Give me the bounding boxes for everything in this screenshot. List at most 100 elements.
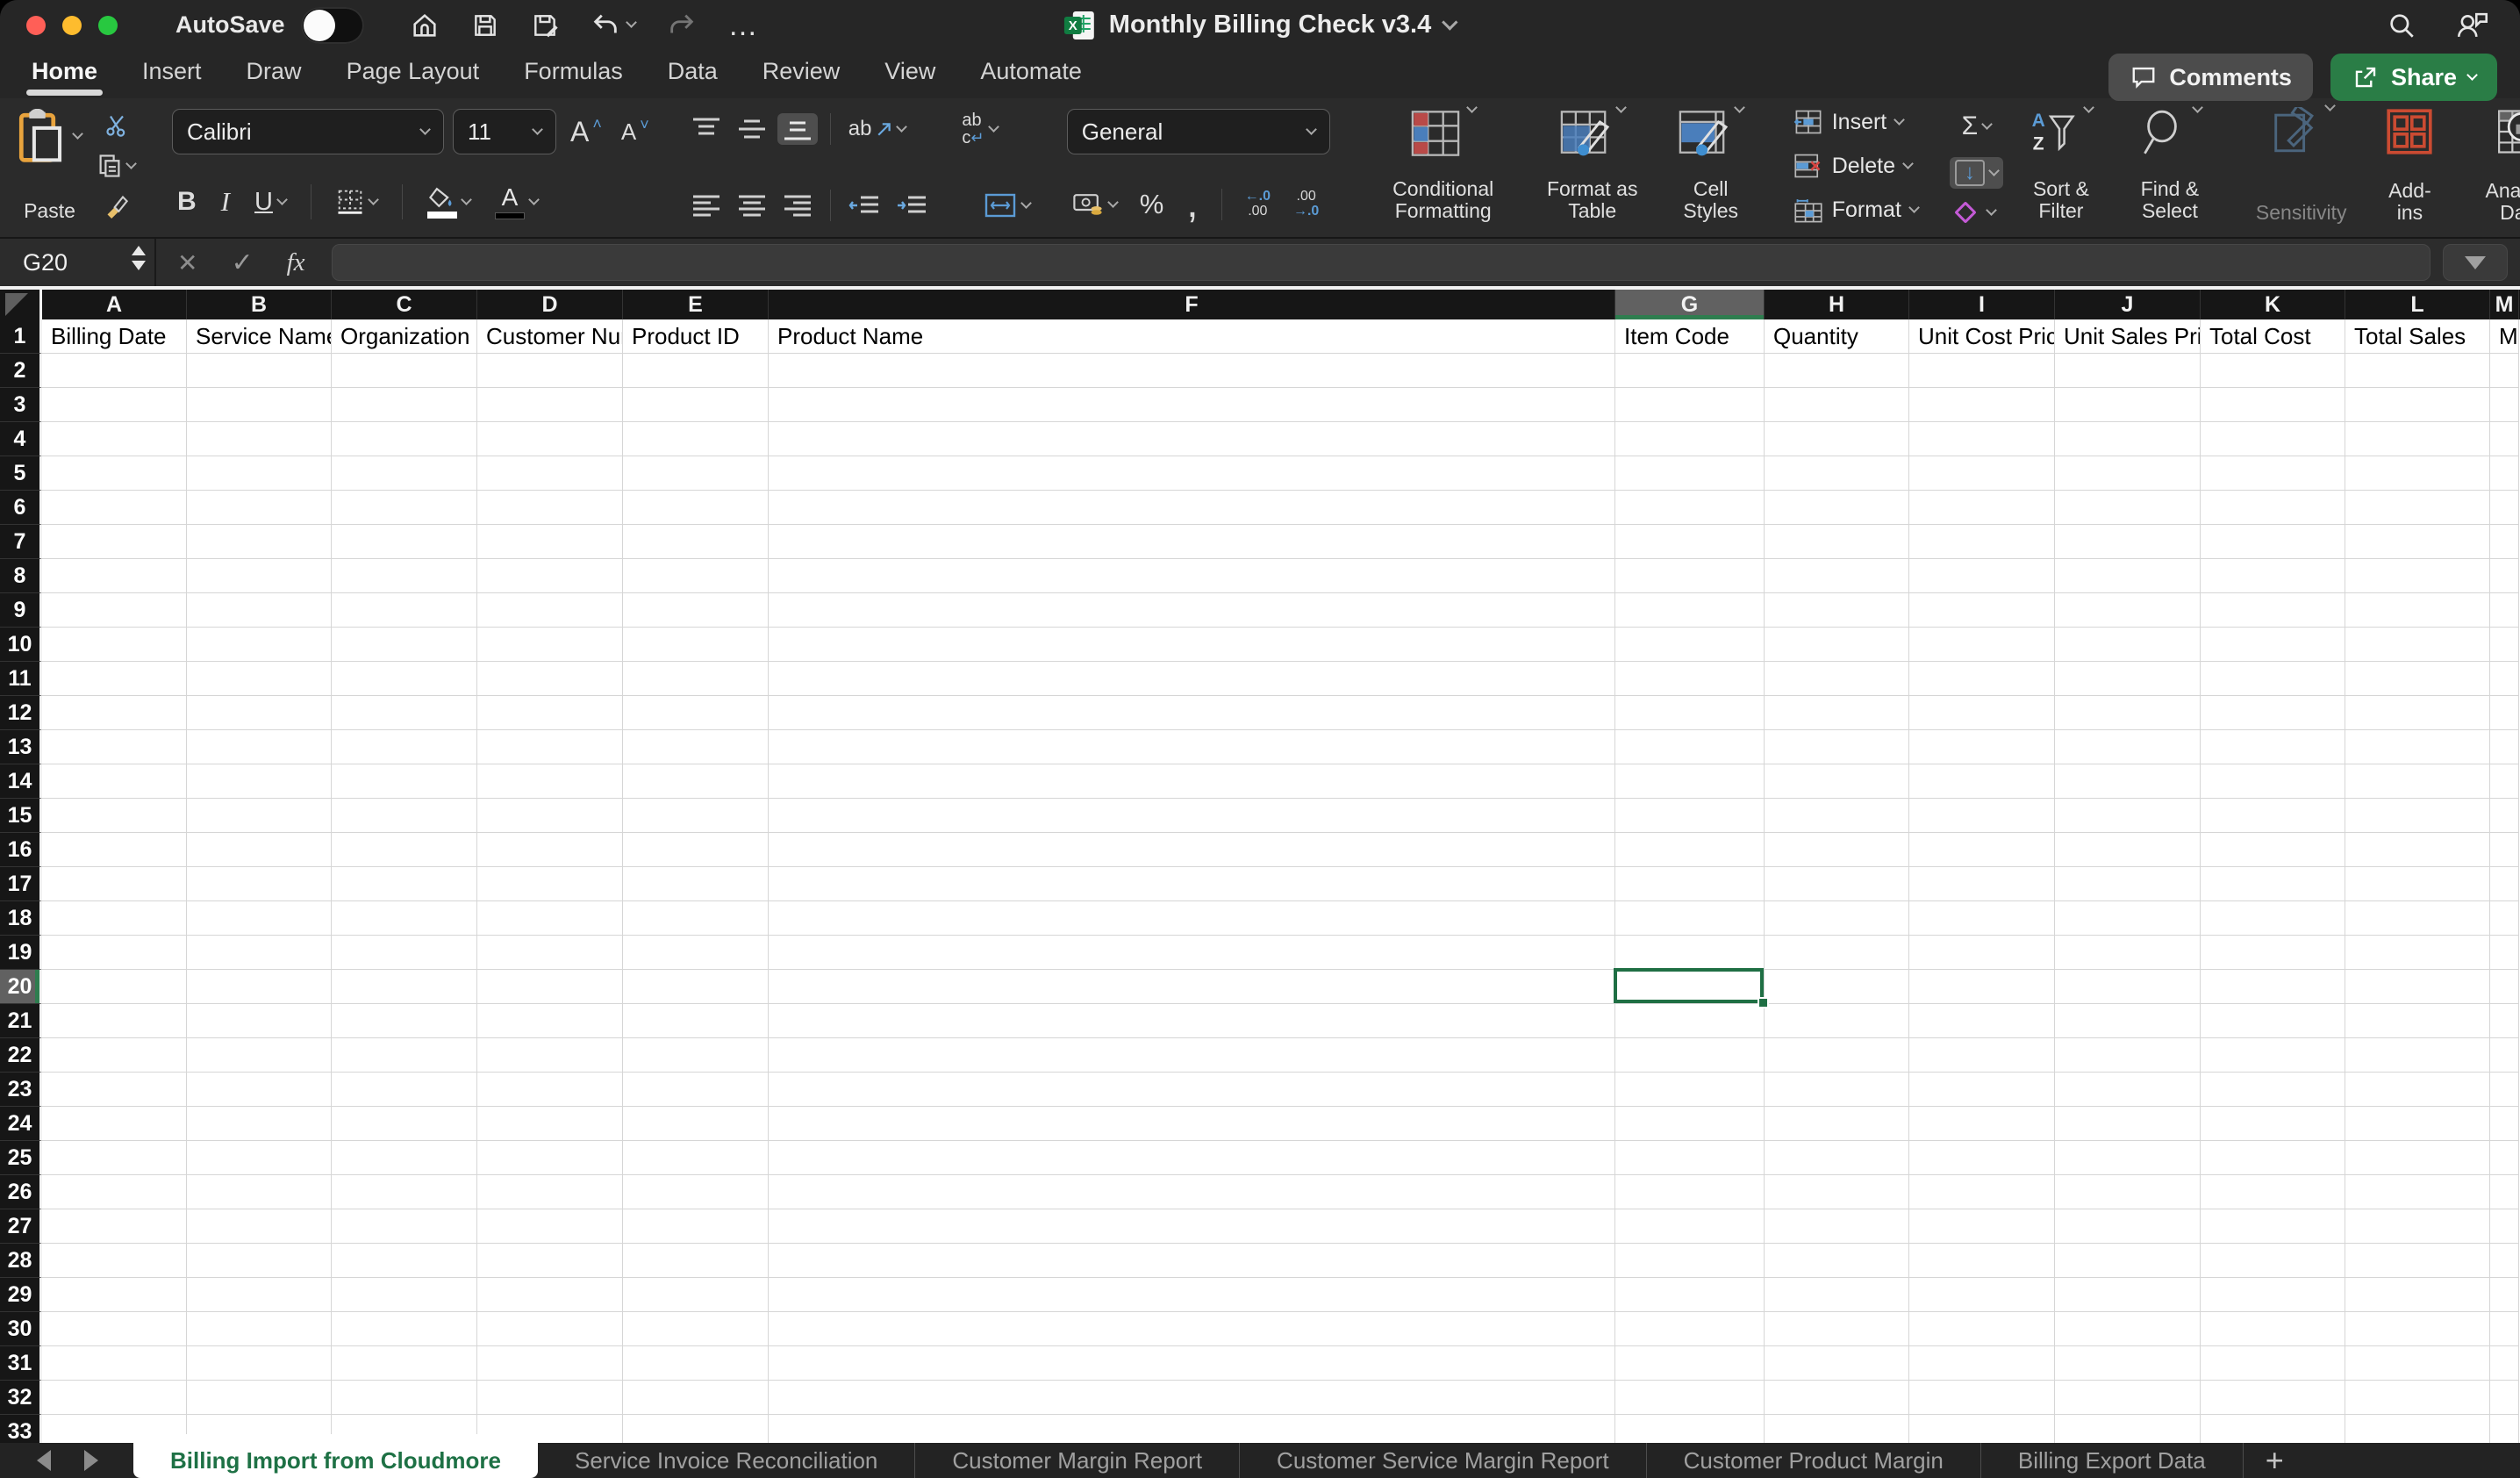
cell-G30[interactable] xyxy=(1615,1312,1765,1346)
cell-A23[interactable] xyxy=(42,1073,187,1107)
increase-decimal-button[interactable]: ←.0.00 xyxy=(1240,187,1276,222)
row-header-20[interactable]: 20 xyxy=(0,970,42,1004)
cell-A27[interactable] xyxy=(42,1209,187,1244)
copy-button[interactable] xyxy=(92,150,140,182)
cell-K10[interactable] xyxy=(2201,628,2345,662)
cell-C16[interactable] xyxy=(332,833,477,867)
cell-G6[interactable] xyxy=(1615,491,1765,525)
cell-C31[interactable] xyxy=(332,1346,477,1381)
cell-G23[interactable] xyxy=(1615,1073,1765,1107)
row-header-7[interactable]: 7 xyxy=(0,525,42,559)
cell-F16[interactable] xyxy=(769,833,1615,867)
align-center-button[interactable] xyxy=(732,190,772,221)
cell-M29[interactable] xyxy=(2490,1278,2519,1312)
cell-G11[interactable] xyxy=(1615,662,1765,696)
cell-G5[interactable] xyxy=(1615,456,1765,491)
cell-E15[interactable] xyxy=(623,799,769,833)
cell-C14[interactable] xyxy=(332,764,477,799)
row-header-11[interactable]: 11 xyxy=(0,662,42,696)
cell-E1[interactable]: Product ID xyxy=(623,319,769,354)
cell-M25[interactable] xyxy=(2490,1141,2519,1175)
cell-E16[interactable] xyxy=(623,833,769,867)
align-left-button[interactable] xyxy=(686,190,727,221)
cell-L22[interactable] xyxy=(2345,1038,2490,1073)
increase-font-size-button[interactable]: A˄ xyxy=(565,113,607,151)
cell-I24[interactable] xyxy=(1909,1107,2055,1141)
cell-H24[interactable] xyxy=(1765,1107,1909,1141)
cell-G26[interactable] xyxy=(1615,1175,1765,1209)
cell-F29[interactable] xyxy=(769,1278,1615,1312)
cell-E22[interactable] xyxy=(623,1038,769,1073)
cell-D31[interactable] xyxy=(477,1346,623,1381)
column-header-G[interactable]: G xyxy=(1615,290,1765,319)
cell-M6[interactable] xyxy=(2490,491,2519,525)
cell-E33[interactable] xyxy=(623,1415,769,1443)
cell-K3[interactable] xyxy=(2201,388,2345,422)
account-icon[interactable] xyxy=(2455,10,2490,41)
cell-L25[interactable] xyxy=(2345,1141,2490,1175)
row-header-23[interactable]: 23 xyxy=(0,1073,42,1107)
share-button[interactable]: Share xyxy=(2330,54,2497,101)
row-header-8[interactable]: 8 xyxy=(0,559,42,593)
cell-L29[interactable] xyxy=(2345,1278,2490,1312)
row-header-21[interactable]: 21 xyxy=(0,1004,42,1038)
close-window-button[interactable] xyxy=(26,16,46,35)
cell-I20[interactable] xyxy=(1909,970,2055,1004)
confirm-entry-icon[interactable]: ✓ xyxy=(231,248,253,278)
cell-D7[interactable] xyxy=(477,525,623,559)
cell-E11[interactable] xyxy=(623,662,769,696)
cell-E25[interactable] xyxy=(623,1141,769,1175)
cell-B30[interactable] xyxy=(187,1312,332,1346)
cell-E7[interactable] xyxy=(623,525,769,559)
next-sheet-arrow-icon[interactable] xyxy=(84,1450,98,1471)
cell-I9[interactable] xyxy=(1909,593,2055,628)
cell-B9[interactable] xyxy=(187,593,332,628)
sheet-tab-customer-service-margin-report[interactable]: Customer Service Margin Report xyxy=(1239,1443,1646,1478)
cell-E12[interactable] xyxy=(623,696,769,730)
paste-button[interactable]: Paste xyxy=(18,109,82,223)
cell-F6[interactable] xyxy=(769,491,1615,525)
cell-L10[interactable] xyxy=(2345,628,2490,662)
cell-J10[interactable] xyxy=(2055,628,2201,662)
cell-G3[interactable] xyxy=(1615,388,1765,422)
cell-C30[interactable] xyxy=(332,1312,477,1346)
cell-I5[interactable] xyxy=(1909,456,2055,491)
cell-K32[interactable] xyxy=(2201,1381,2345,1415)
cell-L20[interactable] xyxy=(2345,970,2490,1004)
column-header-D[interactable]: D xyxy=(477,290,623,319)
cell-L18[interactable] xyxy=(2345,901,2490,936)
cell-M21[interactable] xyxy=(2490,1004,2519,1038)
cell-M26[interactable] xyxy=(2490,1175,2519,1209)
cell-H16[interactable] xyxy=(1765,833,1909,867)
cell-H12[interactable] xyxy=(1765,696,1909,730)
cell-G32[interactable] xyxy=(1615,1381,1765,1415)
cell-G9[interactable] xyxy=(1615,593,1765,628)
cell-L27[interactable] xyxy=(2345,1209,2490,1244)
cell-J15[interactable] xyxy=(2055,799,2201,833)
cell-K7[interactable] xyxy=(2201,525,2345,559)
row-header-5[interactable]: 5 xyxy=(0,456,42,491)
cell-H27[interactable] xyxy=(1765,1209,1909,1244)
cell-A12[interactable] xyxy=(42,696,187,730)
sheet-tab-service-invoice-reconciliation[interactable]: Service Invoice Reconciliation xyxy=(538,1443,914,1478)
row-header-3[interactable]: 3 xyxy=(0,388,42,422)
cell-K4[interactable] xyxy=(2201,422,2345,456)
cell-M22[interactable] xyxy=(2490,1038,2519,1073)
cell-D16[interactable] xyxy=(477,833,623,867)
cell-B32[interactable] xyxy=(187,1381,332,1415)
cell-H6[interactable] xyxy=(1765,491,1909,525)
cell-I31[interactable] xyxy=(1909,1346,2055,1381)
cell-I16[interactable] xyxy=(1909,833,2055,867)
ribbon-tab-draw[interactable]: Draw xyxy=(245,54,304,94)
cell-C19[interactable] xyxy=(332,936,477,970)
cell-J30[interactable] xyxy=(2055,1312,2201,1346)
cell-H9[interactable] xyxy=(1765,593,1909,628)
cell-A32[interactable] xyxy=(42,1381,187,1415)
search-icon[interactable] xyxy=(2387,11,2416,40)
cell-D27[interactable] xyxy=(477,1209,623,1244)
row-header-13[interactable]: 13 xyxy=(0,730,42,764)
cell-J20[interactable] xyxy=(2055,970,2201,1004)
cell-A9[interactable] xyxy=(42,593,187,628)
cell-D32[interactable] xyxy=(477,1381,623,1415)
cell-M30[interactable] xyxy=(2490,1312,2519,1346)
